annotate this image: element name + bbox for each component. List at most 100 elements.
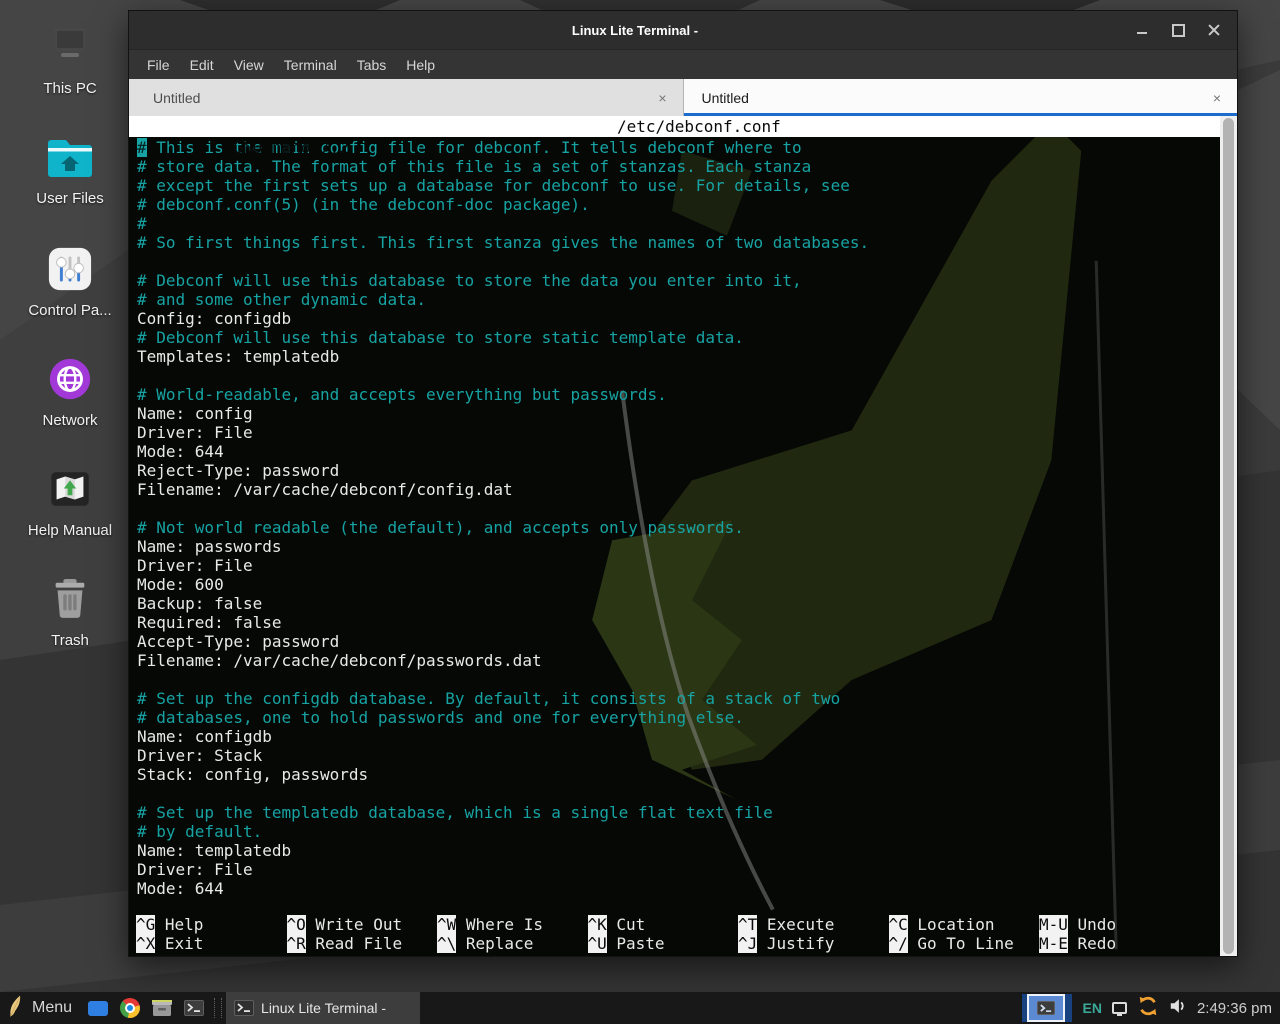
minimize-icon[interactable] [1131,19,1153,41]
editor-line: Mode: 644 [137,879,1220,898]
taskbar-window-button[interactable]: Linux Lite Terminal - [226,992,420,1024]
menu-item-file[interactable]: File [137,50,180,80]
nano-text-buffer[interactable]: # This is the main config file for debco… [129,137,1220,898]
nano-titlebar: GNU nano 7.2 /etc/debconf.conf [129,116,1220,137]
shortcut-undo: M-U Undo [1039,915,1203,934]
desktop-icon-label: Control Pa... [28,302,111,319]
shortcut-redo: M-E Redo [1039,934,1203,953]
menu-item-help[interactable]: Help [396,50,445,80]
nano-editor[interactable]: GNU nano 7.2 /etc/debconf.conf # This is… [129,116,1220,956]
desktop-icon-this-pc[interactable]: This PC [8,26,132,97]
shortcut-label: Location [908,915,995,934]
terminal-scrollbar-thumb[interactable] [1223,118,1234,954]
clock[interactable]: 2:49:36 pm [1197,1000,1272,1017]
terminal-window: Linux Lite Terminal - FileEditViewTermin… [128,10,1238,957]
updates-icon[interactable] [1137,995,1159,1022]
editor-line: # Debconf will use this database to stor… [137,328,1220,347]
desktop-icon-control-panel[interactable]: Control Pa... [8,246,132,319]
shortcut-cut: ^K Cut [588,915,739,934]
nano-version: GNU nano 7.2 [206,138,349,157]
shortcut-label: Execute [757,915,834,934]
active-workspace[interactable] [1027,994,1065,1022]
volume-icon[interactable] [1169,997,1187,1020]
workspace-terminal-icon [1037,1001,1055,1015]
shortcut-key: M-U [1039,915,1068,934]
display-settings-icon[interactable] [1112,1002,1127,1014]
menu-item-view[interactable]: View [224,50,274,80]
shortcut-read-file: ^R Read File [287,934,438,953]
editor-line: # [137,214,1220,233]
file-manager-icon[interactable] [149,992,175,1024]
editor-line: Stack: config, passwords [137,765,1220,784]
map-book-icon [47,466,93,517]
editor-line: Name: config [137,404,1220,423]
tab-close-icon[interactable]: × [658,90,666,106]
editor-line: # debconf.conf(5) (in the debconf-doc pa… [137,195,1220,214]
terminal-tab-2[interactable]: Untitled × [684,79,1238,116]
menu-item-tabs[interactable]: Tabs [347,50,397,80]
tab-label: Untitled [702,90,749,106]
shortcut-label: Write Out [306,915,402,934]
editor-line: # databases, one to hold passwords and o… [137,708,1220,727]
editor-line: Mode: 644 [137,442,1220,461]
shortcut-help: ^G Help [136,915,287,934]
shortcut-execute: ^T Execute [738,915,889,934]
editor-line: Required: false [137,613,1220,632]
trash-icon [47,578,93,627]
shortcut-key: ^X [136,934,155,953]
editor-line: # So first things first. This first stan… [137,233,1220,252]
shortcut-key: ^O [287,915,306,934]
terminal-tab-1[interactable]: Untitled × [129,79,684,116]
keyboard-layout-indicator[interactable]: EN [1082,1000,1101,1016]
menu-item-edit[interactable]: Edit [180,50,224,80]
terminal-launcher-icon[interactable] [181,992,207,1024]
taskbar-handle[interactable] [214,998,222,1018]
taskbar-window-label: Linux Lite Terminal - [261,1000,386,1016]
shortcut-key: ^C [889,915,908,934]
editor-line [137,252,1220,271]
window-titlebar[interactable]: Linux Lite Terminal - [129,11,1237,49]
editor-line [137,366,1220,385]
menu-item-terminal[interactable]: Terminal [274,50,347,80]
editor-line: # Set up the configdb database. By defau… [137,689,1220,708]
editor-line [137,784,1220,803]
chrome-browser-icon[interactable] [117,992,143,1024]
shortcut-where-is: ^W Where Is [437,915,588,934]
home-folder-icon [46,136,94,185]
desktop-icon-network[interactable]: Network [8,356,132,429]
editor-line: Mode: 600 [137,575,1220,594]
shortcut-label: Where Is [456,915,543,934]
editor-line: # Set up the templatedb database, which … [137,803,1220,822]
editor-line: # Not world readable (the default), and … [137,518,1220,537]
desktop-icon-trash[interactable]: Trash [8,578,132,649]
editor-line: Driver: File [137,423,1220,442]
shortcut-paste: ^U Paste [588,934,739,953]
editor-line: Driver: File [137,556,1220,575]
desktop-icon-help-manual[interactable]: Help Manual [8,466,132,539]
workspace-switcher[interactable] [1022,994,1072,1022]
menu-button[interactable]: Menu [0,992,82,1024]
menu-button-label: Menu [32,999,72,1017]
maximize-icon[interactable] [1167,19,1189,41]
shortcut-label: Undo [1068,915,1116,934]
desktop-icon-label: User Files [36,190,104,207]
shortcut-label: Exit [155,934,203,953]
shortcut-exit: ^X Exit [136,934,287,953]
shortcut-key: ^W [437,915,456,934]
close-icon[interactable] [1203,19,1225,41]
desktop-icon-user-files[interactable]: User Files [8,136,132,207]
editor-line: Filename: /var/cache/debconf/passwords.d… [137,651,1220,670]
tab-close-icon[interactable]: × [1213,90,1221,106]
tab-label: Untitled [153,90,200,106]
terminal-scrollbar-track[interactable] [1220,116,1237,956]
shortcut-justify: ^J Justify [738,934,889,953]
editor-line: Name: passwords [137,537,1220,556]
editor-line: # except the first sets up a database fo… [137,176,1220,195]
shortcut-replace: ^\ Replace [437,934,588,953]
editor-line: # by default. [137,822,1220,841]
menu-bar: FileEditViewTerminalTabsHelp [129,49,1237,79]
shortcut-label: Help [155,915,203,934]
show-desktop-icon[interactable] [85,992,111,1024]
shortcut-location: ^C Location [889,915,1040,934]
shortcut-label: Cut [607,915,646,934]
